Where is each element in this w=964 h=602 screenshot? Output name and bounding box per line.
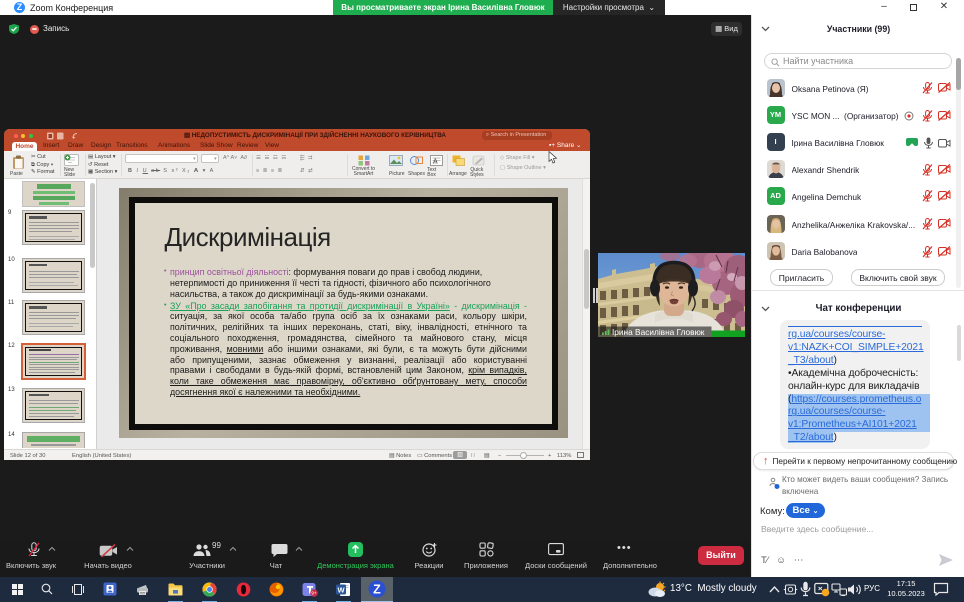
svg-text:A: A — [433, 158, 438, 165]
svg-text:Ірина Василівна Гловюк: Ірина Василівна Гловюк — [612, 327, 705, 337]
svg-text:Z: Z — [373, 583, 381, 597]
svg-text:W: W — [337, 585, 345, 594]
svg-text:9+: 9+ — [311, 591, 317, 596]
